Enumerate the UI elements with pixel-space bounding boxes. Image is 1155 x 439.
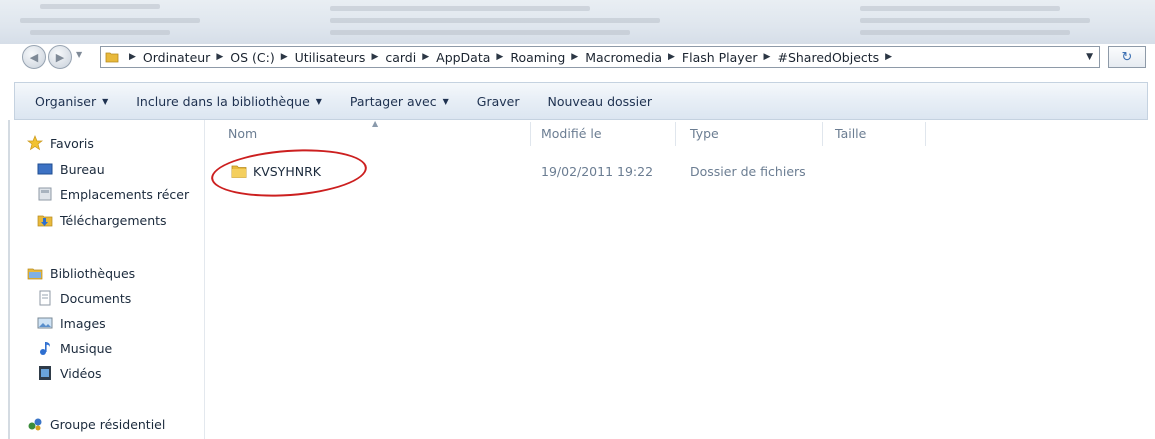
breadcrumb-item[interactable]: #SharedObjects [777, 50, 879, 65]
sidebar-favorites-label: Favoris [50, 135, 94, 151]
breadcrumb-item[interactable]: Utilisateurs [295, 50, 366, 65]
column-divider[interactable] [675, 122, 676, 146]
background-window [0, 0, 1155, 44]
refresh-icon: ↻ [1121, 49, 1133, 65]
column-divider[interactable] [530, 122, 531, 146]
sidebar-libraries[interactable]: Bibliothèques [26, 265, 135, 281]
folder-icon [231, 165, 247, 178]
share-with-button[interactable]: Partager avec ▼ [350, 94, 449, 109]
forward-button[interactable]: ▶ [48, 45, 72, 69]
sidebar-item-label: Emplacements récer [60, 186, 190, 202]
sidebar-favorites[interactable]: Favoris [26, 135, 94, 151]
sidebar-item-label: Musique [60, 340, 113, 356]
organize-button[interactable]: Organiser ▼ [35, 94, 108, 109]
sidebar-libraries-label: Bibliothèques [50, 265, 136, 281]
sidebar-item-music[interactable]: Musique [36, 340, 112, 356]
sidebar-item-label: Téléchargements [60, 212, 167, 228]
breadcrumb-item[interactable]: Ordinateur [143, 50, 210, 65]
recent-places-icon [36, 186, 54, 202]
file-type: Dossier de fichiers [690, 164, 806, 179]
sidebar-homegroup-label: Groupe résidentiel [50, 416, 166, 432]
burn-button[interactable]: Graver [477, 94, 520, 109]
forward-icon: ▶ [55, 50, 65, 64]
navigation-pane: Favoris Bureau Emplacements récer Téléch… [14, 120, 204, 439]
star-icon [26, 135, 44, 151]
table-row[interactable]: KVSYHNRK 19/02/2011 19:22 Dossier de fic… [215, 160, 835, 182]
sidebar-item-desktop[interactable]: Bureau [36, 161, 105, 177]
file-name: KVSYHNRK [253, 164, 321, 179]
pane-divider[interactable] [204, 120, 205, 439]
sidebar-item-images[interactable]: Images [36, 315, 106, 331]
burn-label: Graver [476, 93, 520, 109]
sidebar-item-downloads[interactable]: Téléchargements [36, 212, 167, 228]
downloads-icon [36, 212, 54, 228]
video-icon [36, 365, 54, 381]
organize-label: Organiser [35, 93, 97, 109]
refresh-button[interactable]: ↻ [1108, 46, 1146, 68]
sidebar-item-label: Vidéos [60, 365, 102, 381]
column-divider[interactable] [822, 122, 823, 146]
new-folder-button[interactable]: Nouveau dossier [548, 94, 652, 109]
sidebar-item-videos[interactable]: Vidéos [36, 365, 102, 381]
sidebar-item-documents[interactable]: Documents [36, 290, 131, 306]
breadcrumb-item[interactable]: Flash Player [682, 50, 758, 65]
library-icon [26, 265, 44, 281]
history-dropdown[interactable]: ▼ [76, 50, 82, 59]
column-header-type[interactable]: Type [690, 126, 719, 141]
column-header-modified[interactable]: Modifié le [541, 126, 602, 141]
breadcrumb-item[interactable]: AppData [436, 50, 490, 65]
music-icon [36, 340, 54, 356]
back-icon: ◀ [29, 50, 39, 64]
include-label: Inclure dans la bibliothèque [136, 93, 310, 109]
include-in-library-button[interactable]: Inclure dans la bibliothèque ▼ [136, 94, 322, 109]
folder-icon [105, 52, 119, 63]
breadcrumb-item[interactable]: cardi [385, 50, 416, 65]
sort-indicator-icon: ▲ [372, 119, 379, 128]
document-icon [36, 290, 54, 306]
back-button[interactable]: ◀ [22, 45, 46, 69]
address-bar[interactable]: ▶ Ordinateur ▶ OS (C:) ▶ Utilisateurs ▶ … [100, 46, 1100, 68]
breadcrumb-item[interactable]: OS (C:) [230, 50, 274, 65]
sidebar-item-label: Bureau [60, 161, 105, 177]
sidebar-item-label: Images [60, 315, 106, 331]
window-edge [8, 120, 10, 439]
command-bar: Organiser ▼ Inclure dans la bibliothèque ▼… [14, 82, 1148, 120]
sidebar-item-label: Documents [60, 290, 132, 306]
breadcrumb-item[interactable]: Macromedia [585, 50, 662, 65]
breadcrumb-item[interactable]: Roaming [510, 50, 565, 65]
share-label: Partager avec [349, 93, 437, 109]
new-folder-label: Nouveau dossier [547, 93, 652, 109]
file-modified: 19/02/2011 19:22 [541, 164, 654, 179]
image-icon [36, 315, 54, 331]
sidebar-item-recent-places[interactable]: Emplacements récer [36, 186, 189, 202]
desktop-icon [36, 161, 54, 177]
sidebar-homegroup[interactable]: Groupe résidentiel [26, 416, 165, 432]
column-header-name[interactable]: Nom [228, 126, 257, 141]
column-header-size[interactable]: Taille [835, 126, 866, 141]
homegroup-icon [26, 416, 44, 432]
column-divider[interactable] [925, 122, 926, 146]
breadcrumb: ▶ Ordinateur ▶ OS (C:) ▶ Utilisateurs ▶ … [129, 49, 893, 65]
address-dropdown[interactable]: ▼ [1086, 52, 1093, 62]
